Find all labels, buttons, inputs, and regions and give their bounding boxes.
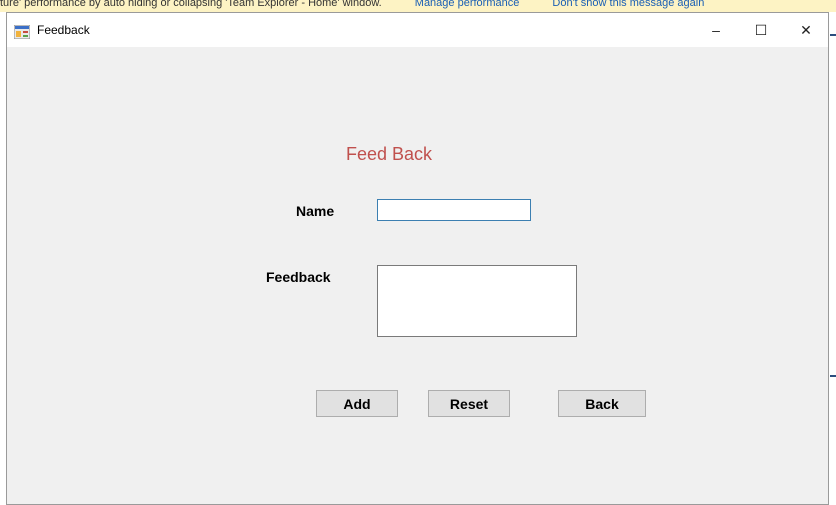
app-icon	[14, 25, 30, 39]
manage-performance-link[interactable]: Manage performance	[415, 0, 520, 9]
minimize-button[interactable]: –	[693, 13, 739, 47]
dont-show-again-link[interactable]: Don't show this message again	[552, 0, 704, 9]
background-edge-mark	[830, 375, 836, 377]
background-app-edge	[830, 12, 836, 505]
background-edge-mark	[830, 34, 836, 36]
form-heading: Feed Back	[346, 144, 433, 164]
feedback-label: Feedback	[266, 269, 331, 285]
minimize-icon: –	[712, 22, 720, 38]
feedback-textarea[interactable]	[377, 265, 577, 337]
name-input[interactable]	[377, 199, 531, 221]
back-button[interactable]: Back	[558, 390, 646, 417]
title-bar[interactable]: Feedback – ☐ ✕	[7, 13, 828, 47]
background-app-notice-bar: ture' performance by auto hiding or coll…	[0, 0, 836, 12]
add-button[interactable]: Add	[316, 390, 398, 417]
maximize-icon: ☐	[754, 21, 768, 38]
reset-button[interactable]: Reset	[428, 390, 510, 417]
close-button[interactable]: ✕	[783, 13, 829, 47]
name-label: Name	[296, 203, 335, 219]
background-notice-text: ture' performance by auto hiding or coll…	[0, 0, 382, 9]
window-title: Feedback	[37, 23, 90, 37]
maximize-button[interactable]: ☐	[738, 13, 784, 47]
close-icon: ✕	[800, 21, 812, 38]
feedback-window: Feedback – ☐ ✕ Feed Back Name Feedback A…	[6, 12, 829, 505]
